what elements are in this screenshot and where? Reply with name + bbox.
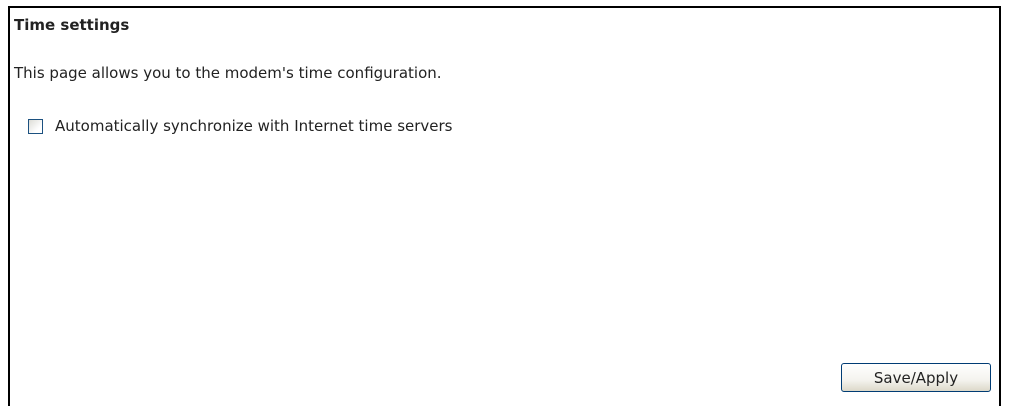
sync-checkbox[interactable] — [28, 118, 43, 134]
sync-option-row[interactable]: Automatically synchronize with Internet … — [28, 117, 453, 135]
save-apply-button[interactable]: Save/Apply — [841, 363, 991, 392]
page-description: This page allows you to the modem's time… — [14, 64, 442, 82]
sync-checkbox-label[interactable]: Automatically synchronize with Internet … — [55, 117, 453, 135]
time-settings-panel: Time settings This page allows you to th… — [8, 6, 1001, 406]
page-title: Time settings — [14, 16, 130, 34]
